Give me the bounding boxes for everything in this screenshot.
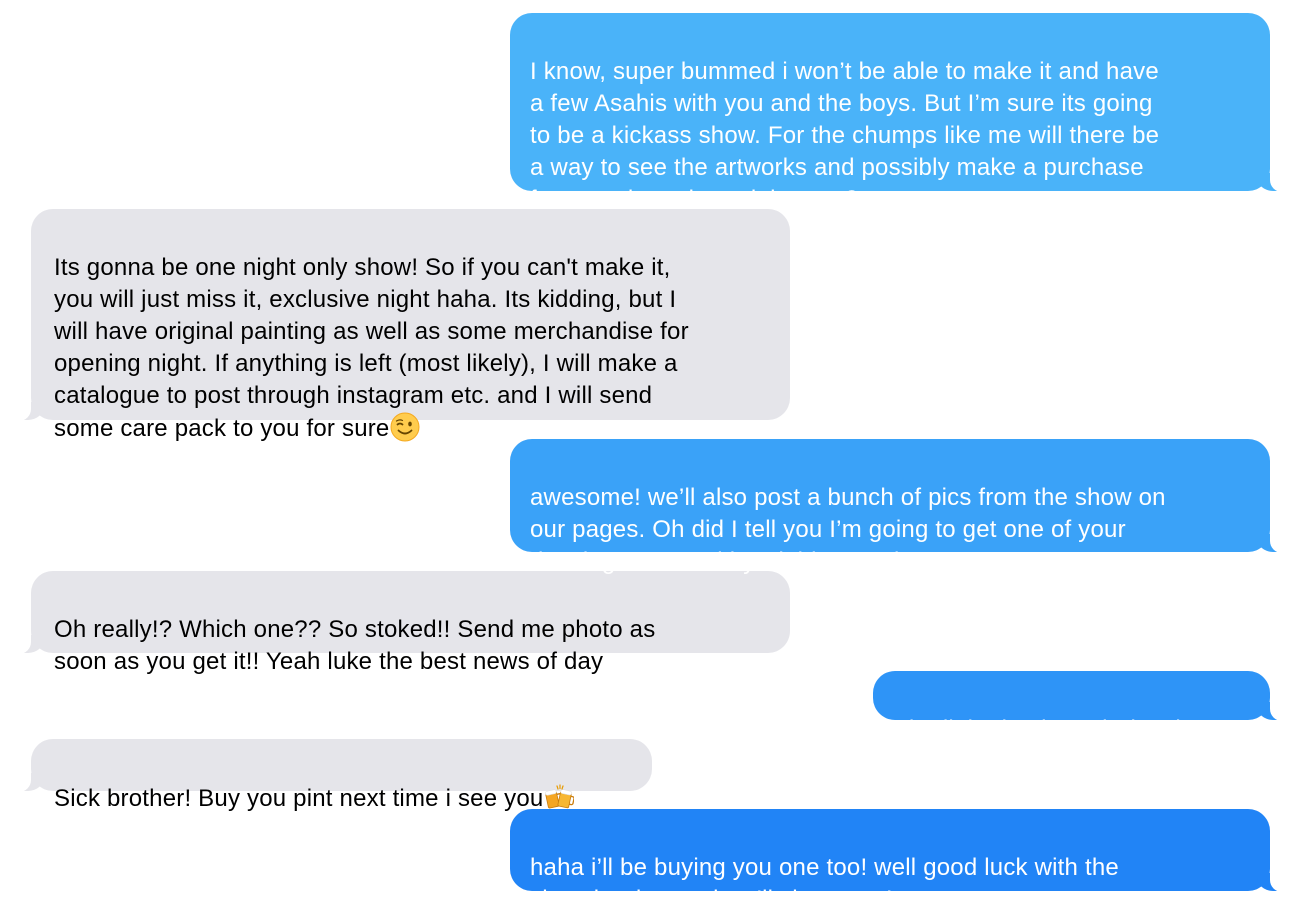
message-thread[interactable]: I know, super bummed i won’t be able to … [0,0,1298,913]
message-text: awesome! we’ll also post a bunch of pics… [530,484,1166,575]
message-text: haha i’ll be buying you one too! well go… [530,854,1119,913]
outgoing-message-bubble[interactable]: awesome! we’ll also post a bunch of pics… [510,439,1284,575]
incoming-message-bubble[interactable]: Its gonna be one night only show! So if … [17,209,790,442]
message-text: The little death moth drawing [894,716,1208,743]
outgoing-message-bubble[interactable]: haha i’ll be buying you one too! well go… [510,809,1284,913]
message-text: Oh really!? Which one?? So stoked!! Send… [54,616,656,675]
outgoing-message-bubble[interactable]: The little death moth drawing [873,671,1284,743]
clinking-beer-mugs-icon [544,782,575,812]
message-text: I know, super bummed i won’t be able to … [530,58,1160,213]
incoming-message-bubble[interactable]: Sick brother! Buy you pint next time i s… [17,739,652,812]
winking-face-icon [390,412,420,442]
incoming-message-bubble[interactable]: Oh really!? Which one?? So stoked!! Send… [17,571,790,675]
outgoing-message-bubble[interactable]: I know, super bummed i won’t be able to … [510,13,1284,213]
message-text: Its gonna be one night only show! So if … [54,254,689,442]
message-text: Sick brother! Buy you pint next time i s… [54,785,544,812]
